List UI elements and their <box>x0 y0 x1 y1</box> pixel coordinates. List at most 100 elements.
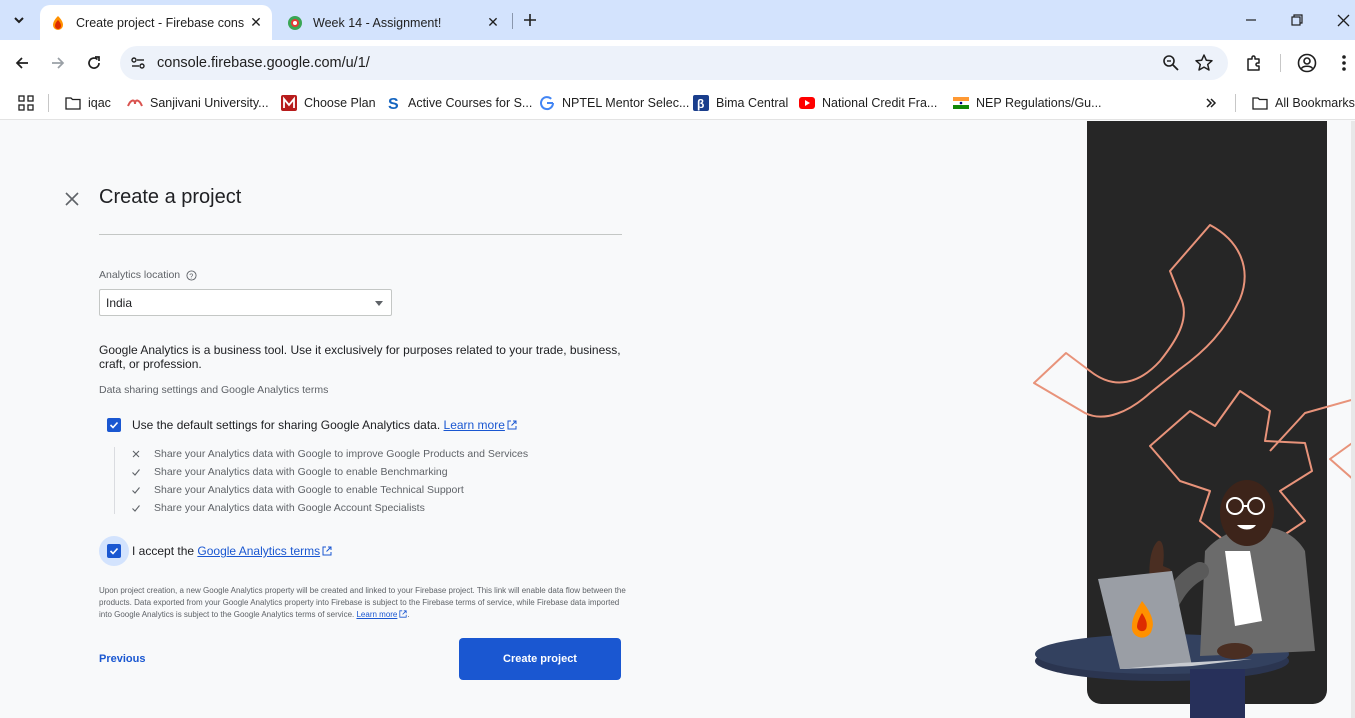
moodle-icon <box>288 15 302 30</box>
more-vert-icon <box>1342 55 1346 71</box>
check-icon <box>132 487 140 494</box>
close-icon[interactable]: ✕ <box>248 14 264 30</box>
tab-assignment[interactable]: Week 14 - Assignment! ✕ <box>277 5 509 40</box>
bookmark-label: NEP Regulations/Gu... <box>976 96 1102 110</box>
bookmark-label: iqac <box>88 96 111 110</box>
bookmark-label: Bima Central <box>716 96 789 110</box>
default-settings-checkbox[interactable] <box>107 418 121 432</box>
sanjivani-logo-icon <box>127 99 143 107</box>
check-icon <box>132 469 140 476</box>
m-logo-icon <box>281 95 297 111</box>
tab-search-button[interactable] <box>6 7 32 33</box>
tab-title: Create project - Firebase conso <box>76 15 244 30</box>
reload-icon <box>88 56 100 69</box>
developer-illustration <box>1033 224 1355 718</box>
firebase-icon <box>53 15 63 30</box>
india-flag-icon <box>953 97 969 109</box>
create-project-button[interactable]: Create project <box>459 638 621 680</box>
analytics-terms-link[interactable]: Google Analytics terms <box>197 544 320 558</box>
analytics-location-label: Analytics location ? <box>99 269 197 281</box>
svg-text:β: β <box>697 97 704 111</box>
bookmark-active-courses[interactable]: S Active Courses for S... <box>385 92 532 114</box>
arrow-left-icon <box>15 57 28 69</box>
sharing-option: Share your Analytics data with Google to… <box>131 483 464 497</box>
page-scrollbar[interactable] <box>1351 121 1355 718</box>
title-divider <box>99 234 622 235</box>
youtube-icon <box>799 97 815 109</box>
close-icon[interactable] <box>63 190 81 208</box>
menu-button[interactable] <box>1333 52 1355 74</box>
bookmark-label: Sanjivani University... <box>150 96 269 110</box>
tab-strip: Create project - Firebase conso ✕ Week 1… <box>0 0 1355 40</box>
accept-prefix: I accept the <box>132 544 195 558</box>
reload-button[interactable] <box>82 51 106 75</box>
site-info-icon[interactable] <box>130 55 146 71</box>
bima-logo-icon: β <box>693 95 709 111</box>
apps-button[interactable] <box>18 92 34 114</box>
fine-print-learn-more-link[interactable]: Learn more <box>356 610 397 619</box>
zoom-icon[interactable] <box>1162 54 1180 72</box>
svg-text:?: ? <box>189 271 193 280</box>
forward-button[interactable] <box>46 51 70 75</box>
tab-firebase[interactable]: Create project - Firebase conso ✕ <box>40 5 272 40</box>
previous-button[interactable]: Previous <box>99 653 145 665</box>
bookmark-national-credit[interactable]: National Credit Fra... <box>799 92 937 114</box>
open-in-new-icon <box>322 546 332 556</box>
sharing-option: Share your Analytics data with Google to… <box>131 447 528 461</box>
sharing-option-text: Share your Analytics data with Google to… <box>154 484 464 496</box>
minimize-button[interactable] <box>1239 8 1263 32</box>
bookmark-label: NPTEL Mentor Selec... <box>562 96 690 110</box>
bookmark-label: National Credit Fra... <box>822 96 938 110</box>
bookmarks-overflow-button[interactable] <box>1205 92 1217 114</box>
analytics-location-select[interactable]: India <box>99 289 392 316</box>
bookmark-bima-central[interactable]: β Bima Central <box>693 92 788 114</box>
address-bar[interactable]: console.firebase.google.com/u/1/ <box>120 46 1228 80</box>
all-bookmarks-button[interactable]: All Bookmarks <box>1252 92 1355 114</box>
data-sharing-heading: Data sharing settings and Google Analyti… <box>99 384 329 396</box>
window-close-button[interactable] <box>1331 8 1355 32</box>
plus-icon <box>524 14 536 26</box>
s-logo-icon: S <box>388 96 399 111</box>
check-icon <box>109 421 119 429</box>
chevron-double-right-icon <box>1206 98 1217 108</box>
options-tree-line <box>114 447 115 514</box>
accept-terms-label: I accept the Google Analytics terms <box>132 544 332 558</box>
profile-button[interactable] <box>1296 52 1318 74</box>
new-tab-button[interactable] <box>520 10 540 30</box>
bookmark-label: Choose Plan <box>304 96 376 110</box>
close-icon[interactable]: ✕ <box>485 14 501 30</box>
minimize-icon <box>1246 19 1256 21</box>
sharing-option-text: Share your Analytics data with Google Ac… <box>154 502 425 514</box>
sharing-option: Share your Analytics data with Google Ac… <box>131 501 425 515</box>
svg-text:S: S <box>388 96 399 111</box>
help-icon[interactable]: ? <box>186 269 197 281</box>
fine-print-end: . <box>407 610 410 619</box>
bookmark-nep-regulations[interactable]: NEP Regulations/Gu... <box>953 92 1102 114</box>
browser-toolbar: console.firebase.google.com/u/1/ <box>0 40 1355 86</box>
page-title: Create a project <box>99 186 242 208</box>
folder-icon <box>1252 97 1268 110</box>
bookmark-choose-plan[interactable]: Choose Plan <box>281 92 376 114</box>
check-icon <box>109 547 119 555</box>
sharing-option: Share your Analytics data with Google to… <box>131 465 448 479</box>
bookmark-star-icon[interactable] <box>1194 53 1214 73</box>
back-button[interactable] <box>10 51 34 75</box>
accept-terms-checkbox[interactable] <box>107 544 121 558</box>
learn-more-link[interactable]: Learn more <box>444 418 505 432</box>
business-notice: Google Analytics is a business tool. Use… <box>99 343 621 371</box>
folder-icon <box>65 97 81 110</box>
bookmark-iqac[interactable]: iqac <box>65 92 111 114</box>
bookmark-nptel[interactable]: NPTEL Mentor Selec... <box>539 92 689 114</box>
bookmark-label: All Bookmarks <box>1275 96 1355 110</box>
sharing-option-text: Share your Analytics data with Google to… <box>154 448 529 460</box>
extensions-button[interactable] <box>1243 52 1265 74</box>
tab-title: Week 14 - Assignment! <box>313 15 442 30</box>
bookmark-sanjivani[interactable]: Sanjivani University... <box>127 92 269 114</box>
create-project-page: Create a project Analytics location ? In… <box>0 121 1355 718</box>
check-icon <box>132 505 140 512</box>
bookmarks-bar: iqac Sanjivani University... Choose Plan… <box>0 86 1355 120</box>
restore-button[interactable] <box>1285 8 1309 32</box>
dropdown-arrow-icon <box>375 301 383 306</box>
tab-separator <box>512 13 513 29</box>
url-text[interactable]: console.firebase.google.com/u/1/ <box>157 55 370 71</box>
